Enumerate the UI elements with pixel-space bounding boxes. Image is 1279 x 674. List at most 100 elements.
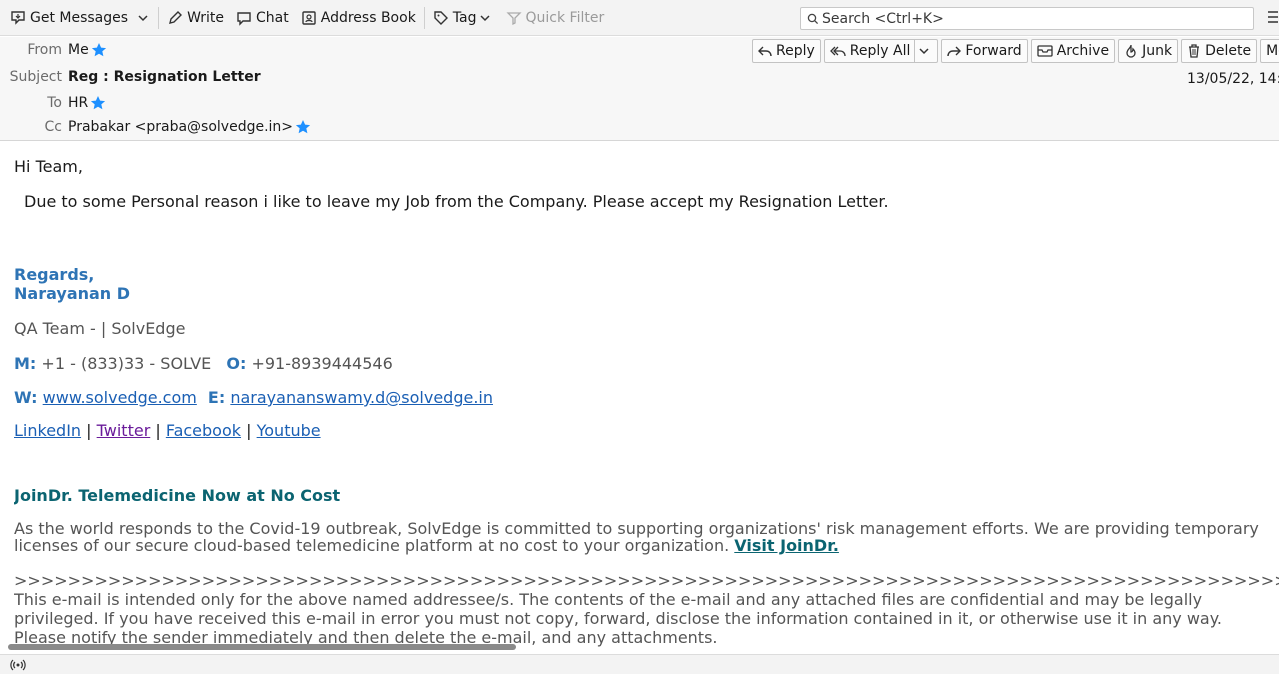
promo-text: As the world responds to the Covid-19 ou… bbox=[14, 519, 1259, 555]
visit-joindr-link[interactable]: Visit JoinDr. bbox=[734, 536, 839, 555]
mobile-value: +1 - (833)33 - SOLVE bbox=[41, 354, 212, 373]
download-message-icon bbox=[11, 10, 25, 25]
online-status-icon[interactable] bbox=[10, 659, 26, 671]
web-label: W: bbox=[14, 388, 38, 407]
get-messages-button[interactable]: Get Messages bbox=[4, 4, 134, 32]
filter-icon bbox=[505, 11, 522, 25]
signature-regards: Regards, bbox=[14, 265, 95, 284]
write-button[interactable]: Write bbox=[161, 4, 230, 32]
search-placeholder: Search <Ctrl+K> bbox=[822, 10, 944, 27]
get-messages-dropdown[interactable] bbox=[134, 4, 156, 32]
write-label: Write bbox=[187, 9, 225, 26]
star-icon[interactable] bbox=[295, 119, 311, 135]
tag-button[interactable]: Tag bbox=[427, 4, 500, 32]
pencil-icon bbox=[169, 10, 183, 24]
signature-team: QA Team - | SolvEdge bbox=[14, 319, 186, 338]
chevron-down-icon bbox=[138, 14, 148, 21]
trash-icon bbox=[1189, 44, 1200, 58]
address-book-button[interactable]: Address Book bbox=[295, 4, 422, 32]
archive-button[interactable]: Archive bbox=[1030, 39, 1116, 63]
from-row: From Me bbox=[0, 42, 107, 58]
disclaimer-text: This e-mail is intended only for the abo… bbox=[14, 590, 1223, 647]
get-messages-label: Get Messages bbox=[30, 9, 129, 26]
promo-paragraph: As the world responds to the Covid-19 ou… bbox=[14, 520, 1276, 554]
junk-button[interactable]: Junk bbox=[1118, 39, 1179, 63]
archive-icon bbox=[1037, 45, 1053, 57]
more-label: More bbox=[1266, 43, 1279, 59]
cc-row: Cc Prabakar <praba@solvedge.in> bbox=[0, 119, 311, 135]
cc-name: Prabakar <praba@solvedge.in> bbox=[68, 119, 294, 135]
reply-all-icon bbox=[829, 46, 846, 57]
delete-label: Delete bbox=[1205, 43, 1252, 59]
archive-label: Archive bbox=[1056, 43, 1110, 59]
tag-label: Tag bbox=[452, 9, 477, 26]
link-separator: | bbox=[246, 421, 252, 440]
address-book-icon bbox=[302, 10, 316, 25]
toolbar-divider bbox=[158, 6, 160, 29]
reply-button[interactable]: Reply bbox=[752, 39, 821, 63]
quick-filter-button[interactable]: Quick Filter bbox=[500, 4, 611, 32]
website-link[interactable]: www.solvedge.com bbox=[43, 388, 197, 407]
web-email-line: W: www.solvedge.com E: narayananswamy.d@… bbox=[14, 388, 493, 407]
email-label: E: bbox=[207, 388, 226, 407]
horizontal-scrollbar[interactable] bbox=[8, 644, 516, 650]
message-actions: Reply Reply All Forward Archive Junk Del… bbox=[752, 39, 1279, 63]
chat-button[interactable]: Chat bbox=[230, 4, 295, 32]
message-body: Hi Team, Due to some Personal reason i l… bbox=[14, 142, 1279, 652]
linkedin-link[interactable]: LinkedIn bbox=[14, 421, 81, 440]
junk-label: Junk bbox=[1142, 43, 1173, 59]
from-value[interactable]: Me bbox=[68, 42, 107, 58]
chat-bubble-icon bbox=[237, 11, 251, 26]
flame-icon bbox=[1126, 44, 1136, 58]
more-button[interactable]: More bbox=[1260, 39, 1279, 63]
chevron-down-icon bbox=[919, 48, 929, 55]
star-icon[interactable] bbox=[91, 42, 107, 58]
reply-label: Reply bbox=[776, 43, 815, 59]
cc-label: Cc bbox=[44, 119, 62, 135]
youtube-link[interactable]: Youtube bbox=[257, 421, 321, 440]
mobile-label: M: bbox=[14, 354, 37, 373]
twitter-link[interactable]: Twitter bbox=[97, 421, 151, 440]
star-icon[interactable] bbox=[90, 95, 106, 111]
reply-all-button[interactable]: Reply All bbox=[823, 39, 939, 63]
search-input[interactable]: Search <Ctrl+K> bbox=[800, 7, 1254, 30]
promo-heading: JoinDr. Telemedicine Now at No Cost bbox=[14, 486, 341, 505]
email-link[interactable]: narayananswamy.d@solvedge.in bbox=[230, 388, 493, 407]
link-separator: | bbox=[86, 421, 92, 440]
chevron-down-icon bbox=[479, 14, 490, 21]
facebook-link[interactable]: Facebook bbox=[166, 421, 241, 440]
to-row: To HR bbox=[0, 95, 106, 111]
to-value[interactable]: HR bbox=[68, 95, 106, 111]
subject-row: Subject Reg : Resignation Letter bbox=[0, 69, 261, 85]
reply-all-dropdown[interactable] bbox=[914, 40, 937, 62]
signature-name: Narayanan D bbox=[14, 284, 131, 303]
forward-button[interactable]: Forward bbox=[941, 39, 1028, 63]
office-value: +91-8939444546 bbox=[251, 354, 393, 373]
tag-icon bbox=[434, 10, 448, 25]
forward-label: Forward bbox=[965, 43, 1022, 59]
search-icon bbox=[807, 13, 819, 24]
to-label: To bbox=[47, 95, 62, 111]
delete-button[interactable]: Delete bbox=[1181, 39, 1258, 63]
hamburger-menu-icon[interactable] bbox=[1268, 11, 1278, 23]
to-name: HR bbox=[68, 95, 89, 111]
office-label: O: bbox=[226, 354, 247, 373]
link-separator: | bbox=[155, 421, 161, 440]
subject-value: Reg : Resignation Letter bbox=[68, 69, 261, 85]
chat-label: Chat bbox=[256, 9, 289, 26]
subject-label: Subject bbox=[9, 69, 62, 85]
from-name: Me bbox=[68, 42, 89, 58]
toolbar-divider bbox=[423, 6, 425, 29]
from-label: From bbox=[27, 42, 62, 58]
cc-value[interactable]: Prabakar <praba@solvedge.in> bbox=[68, 119, 311, 135]
address-book-label: Address Book bbox=[320, 9, 416, 26]
body-text: Due to some Personal reason i like to le… bbox=[24, 192, 889, 211]
reply-icon bbox=[758, 46, 772, 57]
forward-icon bbox=[947, 46, 962, 57]
reply-all-label: Reply All bbox=[849, 43, 911, 59]
quick-filter-label: Quick Filter bbox=[525, 9, 605, 26]
message-date: 13/05/22, 14:5 bbox=[1187, 71, 1279, 87]
separator-arrows: >>>>>>>>>>>>>>>>>>>>>>>>>>>>>>>>>>>>>>>>… bbox=[14, 571, 1279, 590]
social-links: LinkedIn | Twitter | Facebook | Youtube bbox=[14, 421, 321, 440]
status-bar bbox=[0, 654, 1279, 674]
